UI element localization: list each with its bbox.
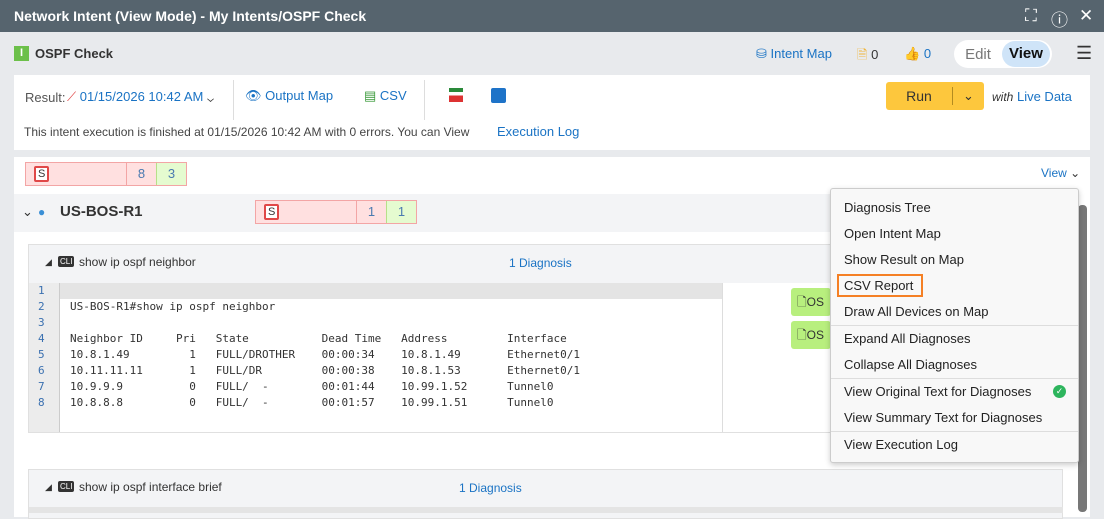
edit-mode-button[interactable]: Edit <box>954 46 1002 63</box>
result-label: Result: <box>25 90 66 105</box>
collapse-chevron-icon[interactable]: ⌄ <box>22 204 33 220</box>
menu-item-show-result-on-map[interactable]: Show Result on Map <box>831 247 1078 273</box>
code-line: US-BOS-R1#show ip ospf neighbor <box>70 300 276 313</box>
view-mode-button[interactable]: View <box>1002 41 1050 67</box>
code-text: US-BOS-R1#show ip ospf neighbor Neighbor… <box>70 283 580 443</box>
output-map-button[interactable]: 👁 Output Map <box>245 88 333 104</box>
file-icon: 🗋 <box>797 295 807 309</box>
check-icon: ✓ <box>1053 385 1066 398</box>
status-message: This intent execution is finished at 01/… <box>24 125 470 139</box>
likes-count[interactable]: 👍 0 <box>904 46 931 62</box>
diagnosis-tree-icon[interactable] <box>449 88 463 102</box>
menu-item-view-summary-text[interactable]: View Summary Text for Diagnoses <box>831 405 1078 431</box>
intent-logo-icon: I <box>14 46 29 61</box>
code-line: 10.8.8.8 0 FULL/ - 00:01:57 10.99.1.51 T… <box>70 396 554 409</box>
chart-icon[interactable] <box>491 88 506 103</box>
run-options-chevron-icon[interactable]: ⌄ <box>953 88 984 104</box>
menu-item-expand-all[interactable]: Expand All Diagnoses <box>831 326 1078 352</box>
run-button[interactable]: Run ⌄ <box>886 82 984 110</box>
eye-icon: 👁 <box>245 88 262 103</box>
cli-icon: CLI <box>58 256 75 267</box>
divider <box>424 80 425 120</box>
line-number: 7 <box>38 380 45 393</box>
device-name: US-BOS-R1 <box>60 203 143 220</box>
fullscreen-icon[interactable]: ⛶ <box>1025 6 1037 26</box>
live-data-link[interactable]: Live Data <box>1017 89 1072 104</box>
diagnosis-tag[interactable]: 🗋OS <box>791 288 831 316</box>
menu-item-view-original-text[interactable]: View Original Text for Diagnoses ✓ <box>831 379 1078 405</box>
csv-file-icon: ▤ <box>364 88 377 103</box>
note-icon: 🗎 <box>857 47 868 62</box>
chevron-down-icon: ⌄ <box>1066 166 1081 180</box>
code-line: 10.11.11.11 1 FULL/DR 00:00:38 10.8.1.53… <box>70 364 580 377</box>
diagnosis-link[interactable]: 1 Diagnosis <box>509 256 572 270</box>
csv-button[interactable]: ▤ CSV <box>364 88 407 104</box>
divider <box>233 80 234 120</box>
view-menu: Diagnosis Tree Open Intent Map Show Resu… <box>830 188 1079 463</box>
diagnosis-link[interactable]: 1 Diagnosis <box>459 481 522 495</box>
cli-icon: CLI <box>58 481 75 492</box>
menu-item-draw-all-devices[interactable]: Draw All Devices on Map <box>831 299 1078 325</box>
code-line: 10.8.1.49 1 FULL/DROTHER 00:00:34 10.8.1… <box>70 348 580 361</box>
summary-badge: S83 <box>25 162 187 186</box>
menu-item-view-execution-log[interactable]: View Execution Log <box>831 432 1078 458</box>
line-number: 8 <box>38 396 45 409</box>
command-text: show ip ospf neighbor <box>79 255 196 269</box>
help-icon[interactable]: ⓘ <box>1051 6 1068 31</box>
router-icon: ● <box>38 205 46 219</box>
code-line: Neighbor ID Pri State Dead Time Address … <box>70 332 567 345</box>
line-numbers: 1 2 3 4 5 6 7 8 <box>38 283 45 411</box>
close-icon[interactable]: ✕ <box>1079 6 1093 26</box>
line-number: 3 <box>38 316 45 329</box>
file-icon: 🗋 <box>797 328 807 342</box>
collapse-triangle-icon[interactable]: ◢ <box>45 257 52 268</box>
menu-item-diagnosis-tree[interactable]: Diagnosis Tree <box>831 195 1078 221</box>
intent-name: OSPF Check <box>35 46 114 61</box>
device-badge: S11 <box>255 200 417 224</box>
execution-log-link[interactable]: Execution Log <box>497 124 579 139</box>
line-number: 1 <box>38 284 45 297</box>
code-line: 10.9.9.9 0 FULL/ - 00:01:44 10.99.1.52 T… <box>70 380 554 393</box>
line-number: 4 <box>38 332 45 345</box>
window-title: Network Intent (View Mode) - My Intents/… <box>0 0 1104 32</box>
trend-icon: ⟋ <box>67 89 77 104</box>
line-number: 6 <box>38 364 45 377</box>
collapse-triangle-icon[interactable]: ◢ <box>45 482 52 493</box>
notes-count[interactable]: 🗎 0 <box>857 46 878 68</box>
view-dropdown[interactable]: View ⌄ <box>1041 166 1080 180</box>
line-number: 2 <box>38 300 45 313</box>
line-number: 5 <box>38 348 45 361</box>
result-time-dropdown[interactable]: ⟋ 01/15/2026 10:42 AM ⌄ <box>67 89 214 105</box>
menu-item-collapse-all[interactable]: Collapse All Diagnoses <box>831 352 1078 378</box>
thumbs-up-icon: 👍 <box>904 46 921 61</box>
intent-map-link[interactable]: ⛁ Intent Map <box>756 46 832 62</box>
command-text: show ip ospf interface brief <box>79 480 222 494</box>
intent-map-icon: ⛁ <box>756 46 771 61</box>
diagnosis-tag[interactable]: 🗋OS <box>791 321 831 349</box>
menu-item-csv-report[interactable]: CSV Report <box>831 273 1078 299</box>
with-label: with <box>992 90 1014 104</box>
scrollbar[interactable] <box>1078 205 1087 512</box>
hamburger-menu-icon[interactable]: ☰ <box>1076 43 1092 64</box>
menu-item-open-intent-map[interactable]: Open Intent Map <box>831 221 1078 247</box>
code-view <box>29 507 1063 513</box>
mode-toggle: Edit View <box>954 40 1052 68</box>
chevron-down-icon: ⌄ <box>206 89 214 104</box>
